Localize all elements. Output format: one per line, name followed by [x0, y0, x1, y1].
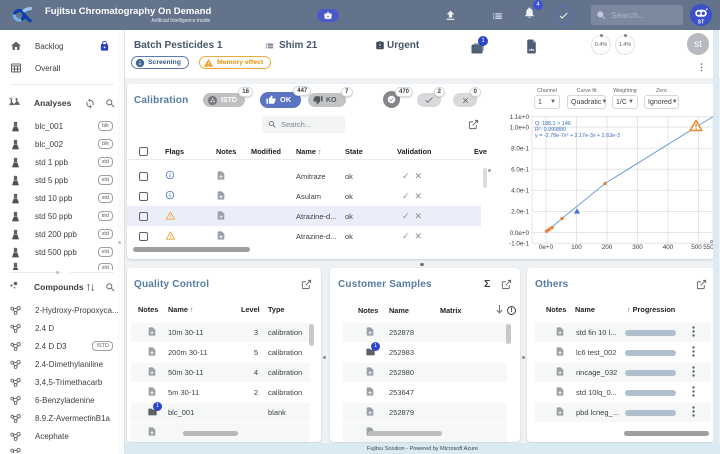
svg-text:1.0e+0: 1.0e+0 [510, 124, 530, 131]
svg-text:500: 500 [691, 244, 702, 251]
svg-text:300: 300 [632, 244, 643, 251]
svg-text:200: 200 [602, 244, 613, 251]
svg-text:2.0e-1: 2.0e-1 [511, 209, 529, 216]
svg-text:0.0e+0: 0.0e+0 [510, 230, 530, 237]
svg-text:y = -2.78e-7x² + 2.17e-3x + 2.: y = -2.78e-7x² + 2.17e-3x + 2.63e-3 [535, 133, 620, 139]
svg-text:6.0e-1: 6.0e-1 [511, 167, 529, 174]
svg-text:-1.0e-1: -1.0e-1 [509, 240, 529, 247]
svg-text:8.0e-1: 8.0e-1 [511, 145, 529, 152]
svg-text:100: 100 [571, 244, 582, 251]
svg-text:4.0e-1: 4.0e-1 [511, 188, 529, 195]
svg-text:ST: ST [698, 20, 705, 26]
svg-text:400: 400 [663, 244, 674, 251]
svg-text:xls: xls [529, 47, 535, 52]
svg-text:1.1e+0: 1.1e+0 [510, 114, 530, 121]
svg-text:0e+0: 0e+0 [539, 244, 554, 251]
